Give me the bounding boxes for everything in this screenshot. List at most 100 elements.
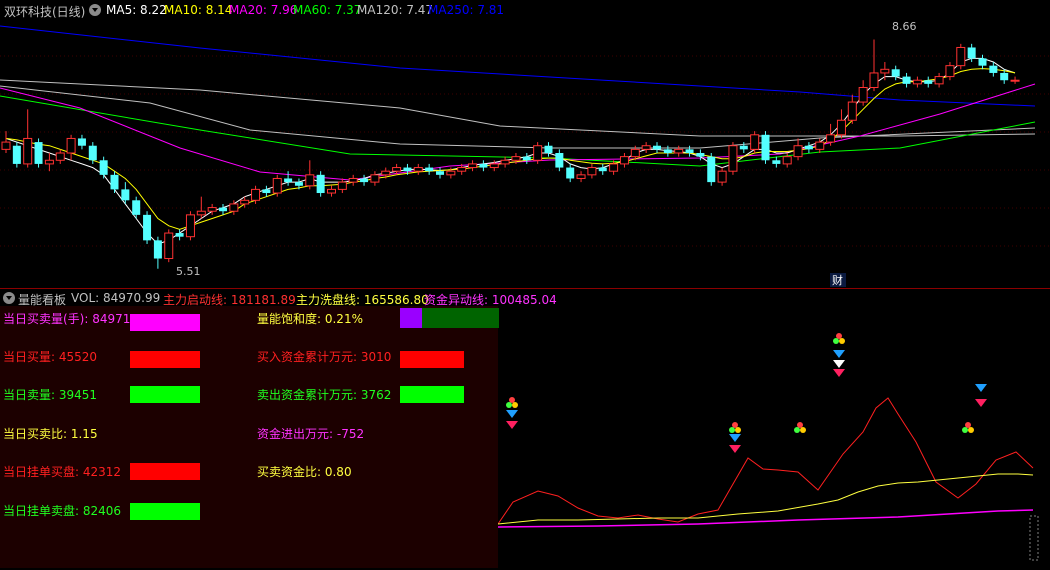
candle-body bbox=[196, 210, 206, 216]
candle[interactable] bbox=[164, 229, 174, 263]
left-row-1-label: 当日买量: 45520 bbox=[3, 350, 98, 364]
candle[interactable] bbox=[348, 174, 358, 186]
candle-body bbox=[468, 163, 478, 169]
candle[interactable] bbox=[641, 142, 651, 153]
candle[interactable] bbox=[707, 153, 716, 186]
candle[interactable] bbox=[185, 211, 195, 241]
candle[interactable] bbox=[544, 142, 553, 157]
candle[interactable] bbox=[598, 163, 607, 175]
candle[interactable] bbox=[685, 145, 694, 157]
candle[interactable] bbox=[327, 185, 336, 197]
chart-header: 双环科技(日线) MA5: 8.22 MA10: 8.14 MA20: 7.96… bbox=[0, 0, 1050, 20]
candle[interactable] bbox=[934, 72, 944, 88]
candle[interactable] bbox=[425, 163, 434, 175]
candle[interactable] bbox=[1010, 76, 1020, 84]
chevron-down-icon[interactable] bbox=[3, 292, 15, 304]
candle-body bbox=[891, 69, 900, 77]
candle[interactable] bbox=[522, 153, 531, 164]
candle-body bbox=[989, 65, 998, 73]
candle[interactable] bbox=[793, 138, 803, 161]
candle[interactable] bbox=[436, 167, 444, 179]
candle[interactable] bbox=[110, 171, 119, 194]
scroll-handle[interactable] bbox=[1029, 515, 1039, 561]
candle[interactable] bbox=[99, 156, 108, 179]
candle[interactable] bbox=[978, 54, 987, 70]
candle[interactable] bbox=[826, 123, 836, 146]
candle[interactable] bbox=[153, 236, 162, 269]
candle-body bbox=[284, 178, 293, 183]
candle[interactable] bbox=[305, 160, 315, 190]
candle[interactable] bbox=[468, 160, 478, 172]
yellow-indicator-line bbox=[498, 473, 1034, 525]
candle[interactable] bbox=[772, 156, 781, 168]
candle[interactable] bbox=[804, 142, 813, 153]
candle[interactable] bbox=[587, 163, 597, 179]
candle[interactable] bbox=[1, 131, 11, 153]
candle-body bbox=[132, 200, 141, 215]
candle[interactable] bbox=[555, 149, 564, 172]
candle[interactable] bbox=[533, 142, 543, 164]
candle[interactable] bbox=[728, 142, 738, 175]
candle[interactable] bbox=[566, 163, 575, 183]
candle[interactable] bbox=[663, 145, 672, 157]
candle[interactable] bbox=[272, 174, 282, 197]
candle[interactable] bbox=[34, 138, 43, 168]
volume-indicator-chart[interactable] bbox=[498, 306, 1050, 570]
candle-body bbox=[728, 145, 738, 172]
candle[interactable] bbox=[880, 62, 890, 81]
price-chart[interactable]: 8.66 5.51 财 bbox=[0, 18, 1050, 288]
right-row-3-label: 资金进出万元: -752 bbox=[257, 427, 365, 441]
candle[interactable] bbox=[413, 163, 423, 175]
candle-body bbox=[804, 145, 813, 150]
candle-body bbox=[425, 167, 434, 172]
candle[interactable] bbox=[653, 142, 661, 153]
candle[interactable] bbox=[674, 145, 684, 157]
candle[interactable] bbox=[761, 131, 770, 164]
candle[interactable] bbox=[360, 174, 369, 186]
right-row-2-bar bbox=[400, 386, 464, 403]
candle-body bbox=[924, 80, 933, 84]
candle-body bbox=[978, 58, 987, 66]
candle-body bbox=[99, 160, 108, 175]
candle-body bbox=[912, 79, 922, 85]
candle[interactable] bbox=[869, 39, 879, 92]
candle[interactable] bbox=[836, 109, 846, 139]
cai-marker[interactable]: 财 bbox=[832, 273, 843, 287]
candle-body bbox=[685, 149, 694, 153]
candle-body bbox=[305, 174, 315, 187]
candle[interactable] bbox=[576, 171, 586, 183]
candle[interactable] bbox=[143, 211, 152, 244]
candle[interactable] bbox=[924, 76, 933, 88]
candle[interactable] bbox=[316, 171, 325, 197]
left-row-4-label: 当日挂单买盘: 42312 bbox=[3, 465, 122, 479]
candle[interactable] bbox=[77, 134, 86, 150]
candle-body bbox=[66, 137, 76, 154]
candle[interactable] bbox=[66, 134, 76, 161]
candle[interactable] bbox=[337, 178, 347, 194]
candle[interactable] bbox=[912, 76, 922, 88]
left-row-5-label: 当日挂单卖盘: 82406 bbox=[3, 504, 122, 518]
candle-body bbox=[272, 177, 282, 194]
candle[interactable] bbox=[902, 72, 911, 88]
candle[interactable] bbox=[219, 203, 227, 215]
candle[interactable] bbox=[88, 142, 97, 164]
candle[interactable] bbox=[44, 153, 54, 172]
candle[interactable] bbox=[858, 80, 868, 106]
candle[interactable] bbox=[262, 185, 271, 197]
candle[interactable] bbox=[945, 62, 955, 81]
chevron-down-icon[interactable] bbox=[89, 4, 101, 16]
ma5-label: MA5: 8.22 bbox=[106, 3, 167, 17]
candle[interactable] bbox=[12, 142, 21, 168]
candle[interactable] bbox=[500, 156, 510, 168]
candle[interactable] bbox=[370, 171, 380, 186]
candle[interactable] bbox=[284, 171, 293, 186]
candle[interactable] bbox=[55, 149, 65, 164]
candle-body bbox=[674, 148, 684, 154]
candle[interactable] bbox=[750, 131, 760, 153]
candle[interactable] bbox=[23, 109, 33, 168]
candle-body bbox=[110, 174, 119, 190]
left-row-0-bar bbox=[130, 314, 200, 331]
candle[interactable] bbox=[956, 43, 966, 70]
candle[interactable] bbox=[619, 153, 629, 168]
candle[interactable] bbox=[847, 94, 857, 124]
